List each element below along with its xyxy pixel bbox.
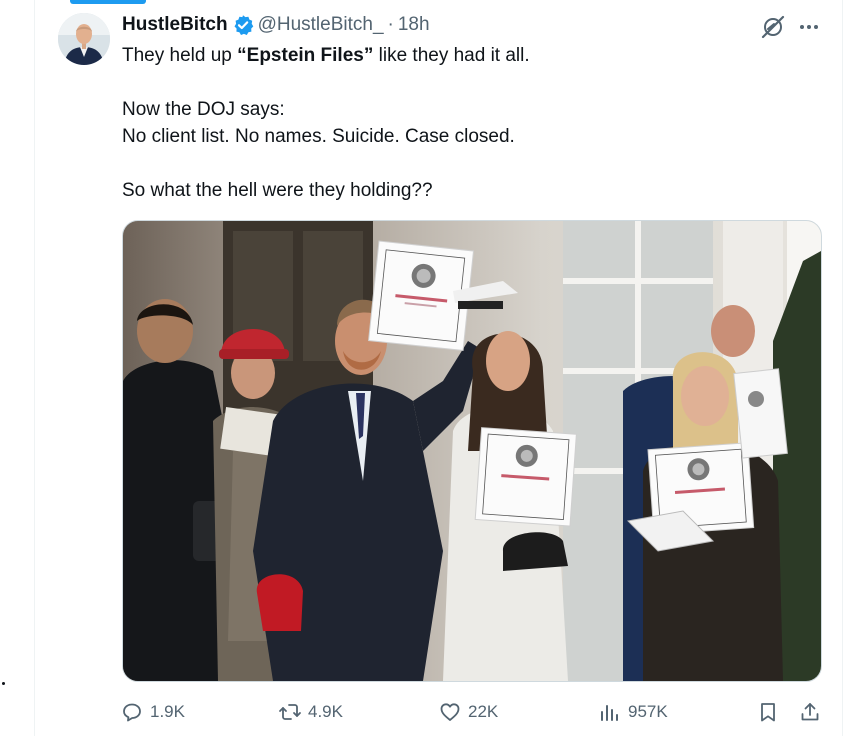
grok-icon[interactable] [760, 14, 786, 40]
heart-icon [440, 703, 460, 721]
tweet-text: They held up “Epstein Files” like they h… [122, 42, 822, 204]
reply-button[interactable]: 1.9K [120, 696, 185, 728]
timestamp[interactable]: 18h [398, 14, 430, 36]
like-button[interactable]: 22K [438, 696, 498, 728]
repost-button[interactable]: 4.9K [278, 696, 343, 728]
separator: · [387, 14, 394, 35]
tweet-line-4: So what the hell were they holding?? [122, 180, 433, 201]
tweet-line-3: No client list. No names. Suicide. Case … [122, 126, 515, 147]
timeline-right-border [842, 0, 843, 736]
tab-indicator [70, 0, 146, 4]
share-icon [801, 703, 819, 721]
tweet-photo[interactable] [122, 220, 822, 682]
views-icon [601, 705, 618, 721]
share-button[interactable] [798, 696, 828, 728]
handle[interactable]: @HustleBitch_ [258, 14, 384, 36]
tweet-line-2: Now the DOJ says: [122, 99, 285, 120]
view-count: 957K [628, 702, 668, 721]
dot [2, 682, 5, 685]
avatar[interactable] [58, 13, 110, 65]
timeline-left-border [34, 0, 35, 736]
tweet-header: HustleBitch @HustleBitch_ · 18h [122, 12, 430, 38]
reply-count: 1.9K [150, 702, 185, 721]
tweet-actions: 1.9K 4.9K 22K 957K [120, 696, 830, 728]
like-count: 22K [468, 702, 499, 721]
reply-icon [123, 703, 141, 722]
bookmark-button[interactable] [756, 696, 786, 728]
bookmark-icon [761, 703, 775, 722]
verified-badge-icon[interactable] [232, 14, 254, 36]
tweet-line-1: They held up “Epstein Files” like they h… [122, 45, 530, 66]
repost-count: 4.9K [308, 702, 343, 721]
more-icon[interactable] [796, 14, 822, 40]
repost-icon [279, 704, 301, 720]
display-name[interactable]: HustleBitch [122, 14, 228, 36]
views-button[interactable]: 957K [598, 696, 668, 728]
